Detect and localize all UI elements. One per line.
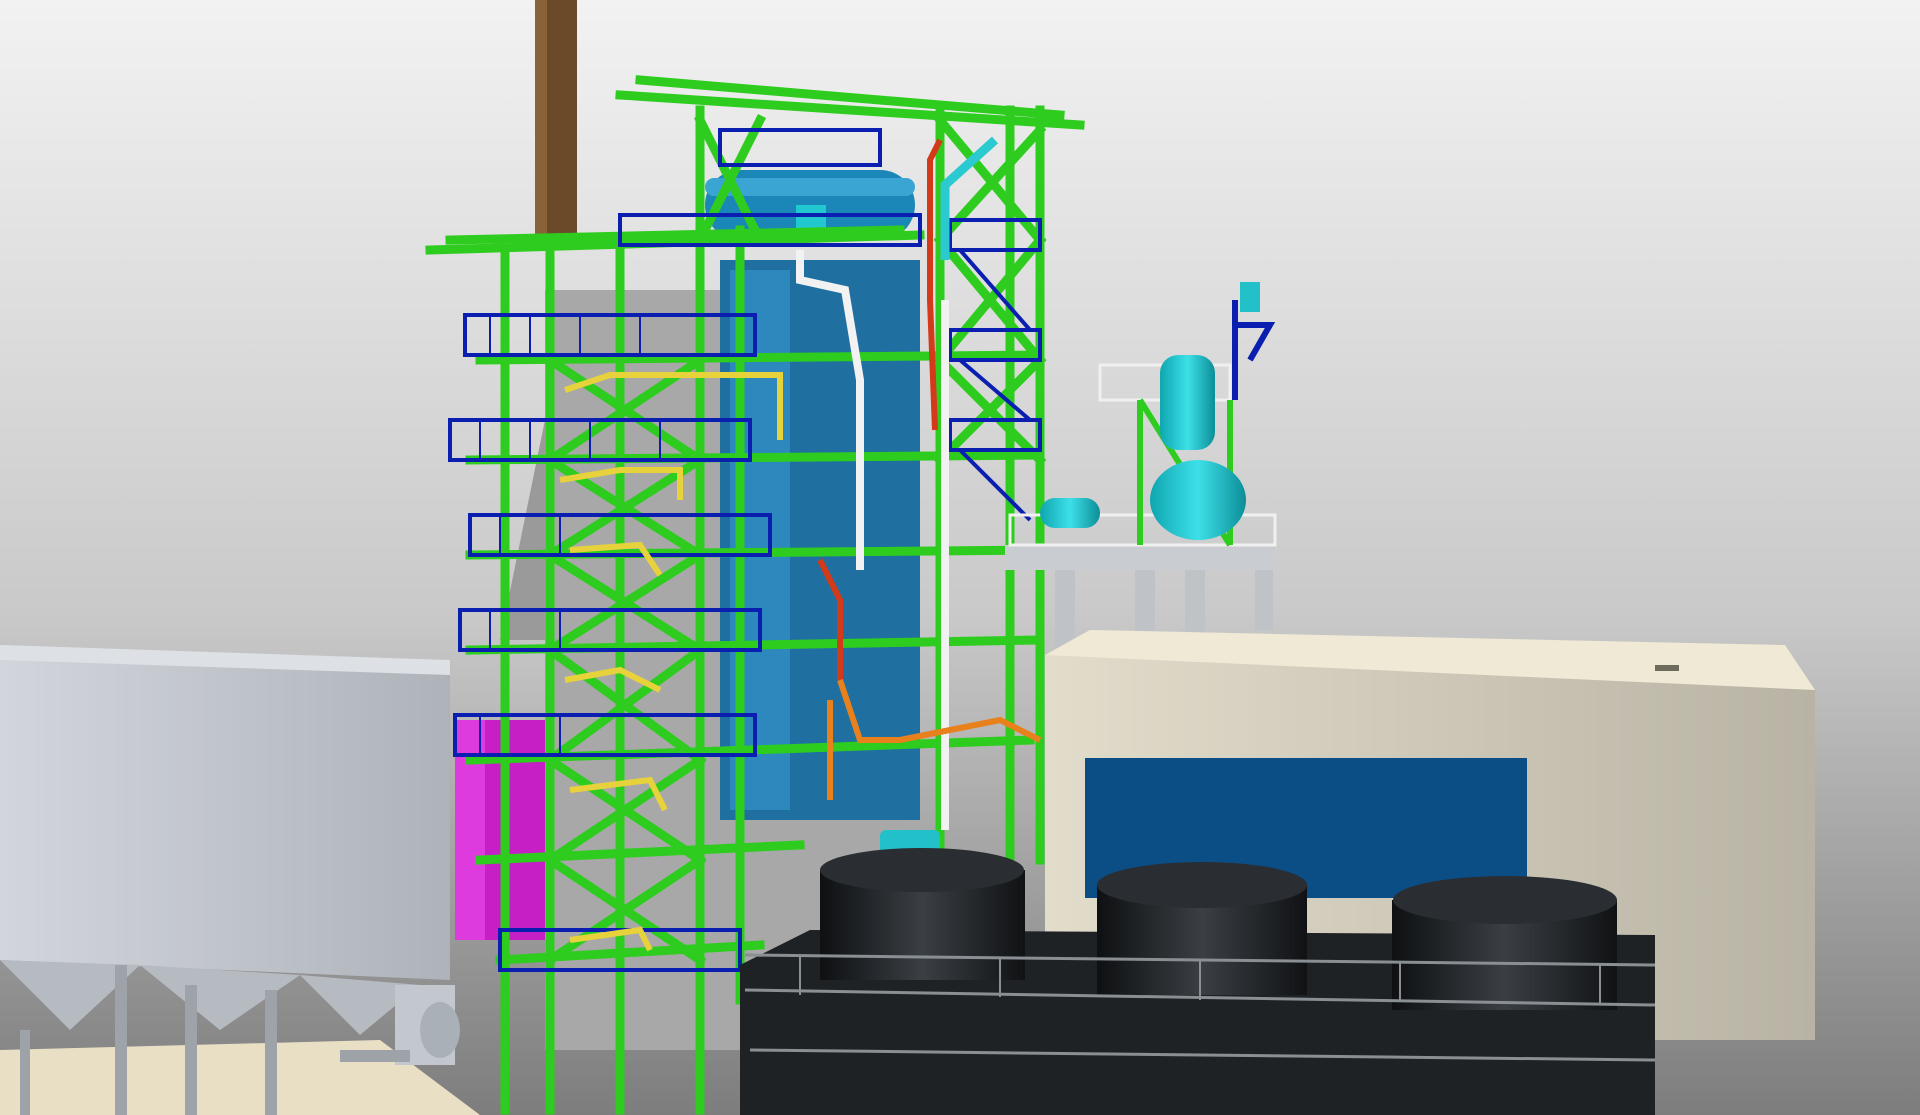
plant-3d-scene <box>0 0 1920 1115</box>
cooling-unit <box>740 848 1656 1115</box>
chimney <box>535 0 577 250</box>
